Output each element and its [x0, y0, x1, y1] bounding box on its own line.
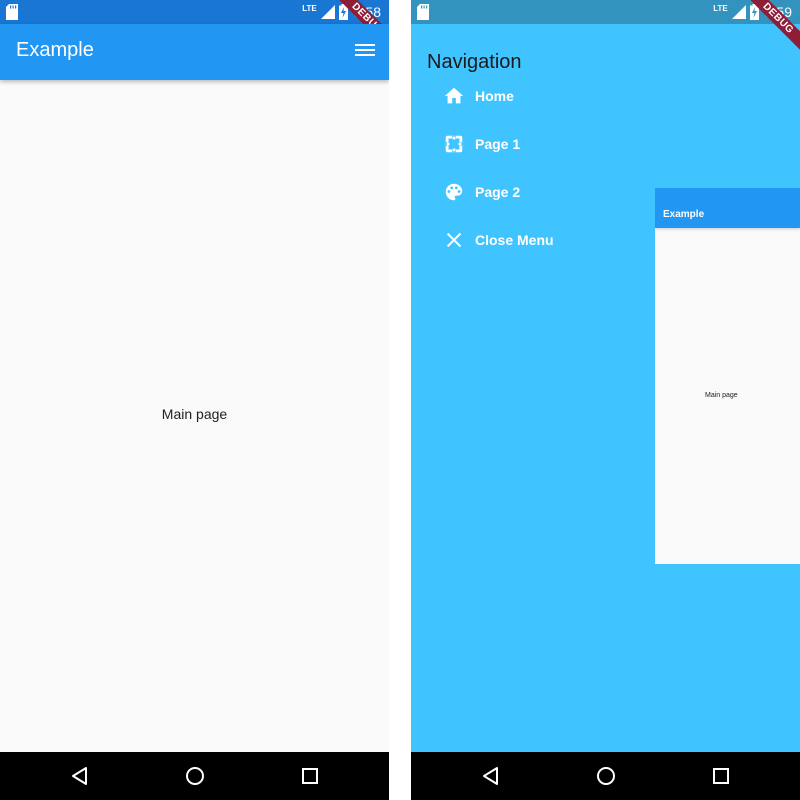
- menu-item-label: Close Menu: [475, 232, 554, 248]
- recents-icon[interactable]: [298, 764, 322, 788]
- status-bar: LTE 9:58: [0, 0, 389, 24]
- home-nav-icon[interactable]: [183, 764, 207, 788]
- status-bar: LTE 9:59: [411, 0, 800, 24]
- network-type: LTE: [302, 3, 317, 13]
- app-bar: Example: [0, 24, 389, 80]
- page-icon: [445, 135, 463, 153]
- battery-charging-icon: [338, 4, 348, 20]
- drawer-menu: Home Page 1 Page 2 Close Menu: [443, 72, 663, 264]
- signal-icon: [320, 5, 335, 19]
- close-icon: [446, 232, 462, 248]
- app-title: Example: [16, 39, 94, 61]
- drawer-title: Navigation: [427, 51, 522, 73]
- home-icon: [444, 87, 464, 104]
- back-icon[interactable]: [479, 764, 503, 788]
- main-page-text: Main page: [161, 406, 228, 422]
- main-screen: LTE 9:58 DEBUG Example Main page: [0, 0, 389, 800]
- sd-card-icon: [6, 4, 18, 20]
- menu-item-label: Page 1: [475, 136, 521, 152]
- system-navigation-bar: [0, 752, 389, 800]
- status-time: 9:59: [764, 4, 792, 20]
- palette-icon: [445, 183, 463, 201]
- sd-card-icon: [417, 4, 429, 20]
- drawer-screen: LTE 9:59 DEBUG Navigation Home Page 1 Pa…: [411, 0, 800, 800]
- main-page-preview[interactable]: Example Main page: [655, 188, 800, 564]
- signal-icon: [731, 5, 746, 19]
- back-icon[interactable]: [68, 764, 92, 788]
- menu-item-label: Page 2: [475, 184, 521, 200]
- status-time: 9:58: [353, 4, 381, 20]
- home-nav-icon[interactable]: [594, 764, 618, 788]
- network-type: LTE: [713, 3, 728, 13]
- menu-item-label: Home: [475, 88, 514, 104]
- menu-icon[interactable]: [353, 40, 377, 64]
- preview-app-title: Example: [663, 209, 705, 220]
- preview-app-bar: Example: [655, 188, 800, 228]
- screenshot-stage: LTE 9:58 DEBUG Example Main page LTE 9:5…: [0, 0, 800, 800]
- preview-main-text: Main page: [705, 392, 738, 399]
- menu-item-home[interactable]: Home: [443, 72, 663, 120]
- battery-charging-icon: [749, 4, 759, 20]
- menu-item-page-1[interactable]: Page 1: [443, 120, 663, 168]
- menu-item-page-2[interactable]: Page 2: [443, 168, 663, 216]
- system-navigation-bar: [411, 752, 800, 800]
- recents-icon[interactable]: [709, 764, 733, 788]
- menu-item-close-menu[interactable]: Close Menu: [443, 216, 663, 264]
